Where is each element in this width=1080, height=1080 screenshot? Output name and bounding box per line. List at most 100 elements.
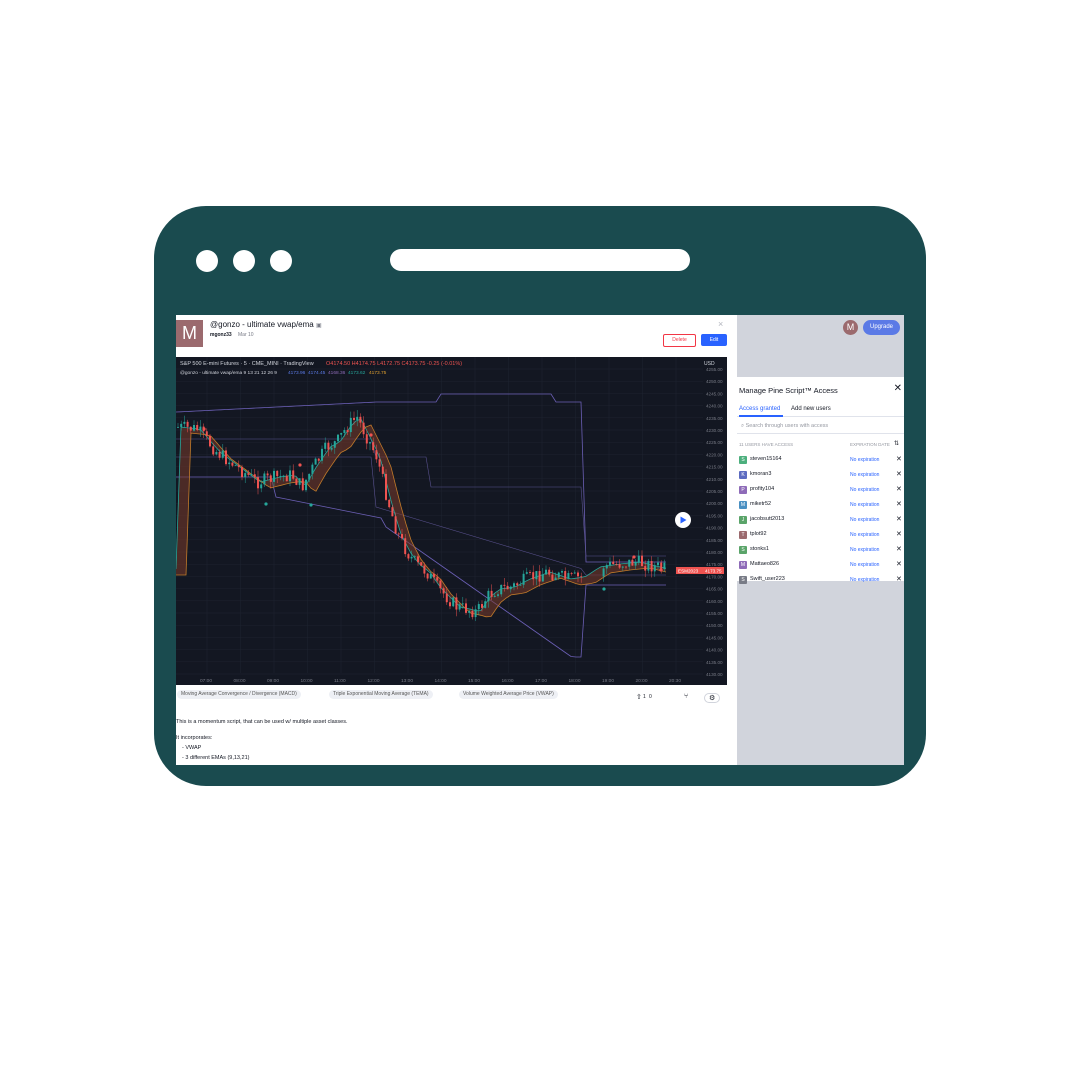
indicator-value-1: 4173.96 (288, 370, 306, 376)
price-tick-label: 4155.00 (706, 611, 723, 616)
user-name: profity104 (750, 486, 775, 492)
expiration-link[interactable]: No expiration (850, 562, 879, 568)
expiration-link[interactable]: No expiration (850, 517, 879, 523)
chart-symbol[interactable]: S&P 500 E-mini Futures · 5 · CME_MINI · … (180, 361, 314, 367)
candle-body (378, 459, 381, 467)
edit-button[interactable]: Edit (701, 334, 727, 346)
candle-body (439, 580, 442, 589)
close-icon[interactable]: × (718, 319, 723, 329)
tag-chip-tema[interactable]: Triple Exponential Moving Average (TEMA) (329, 690, 433, 699)
remove-user-icon[interactable]: ✕ (896, 500, 902, 508)
settings-icon[interactable]: ⚙ (704, 693, 721, 703)
price-tick-label: 4190.00 (706, 526, 723, 531)
user-name: stonks1 (750, 546, 769, 552)
time-tick-label: 12:00 (368, 678, 380, 684)
script-title-text: @gonzo - ultimate vwap/ema (210, 320, 314, 329)
candle-body (519, 584, 522, 586)
price-chart[interactable]: 4255.00 4250.00 4245.00 4240.00 4235.00 4230.… (176, 357, 727, 689)
candle-body (311, 464, 314, 474)
author-name[interactable]: mgonz33 (210, 332, 232, 338)
remove-user-icon[interactable]: ✕ (896, 515, 902, 523)
expiration-link[interactable]: No expiration (850, 487, 879, 493)
candle-body (189, 426, 192, 431)
price-tick-label: 4225.00 (706, 440, 723, 445)
candle-body (570, 573, 573, 574)
window-dot-minimize[interactable] (233, 250, 255, 272)
expiration-link[interactable]: No expiration (850, 457, 879, 463)
sort-icon[interactable]: ⇅ (894, 440, 899, 447)
candle-body (433, 573, 435, 578)
user-name: Mattaeo826 (750, 561, 780, 567)
user-avatar[interactable]: M (843, 320, 858, 335)
expiration-header[interactable]: EXPIRATION DATE (850, 442, 890, 447)
candle-body (282, 475, 285, 477)
candle-body (458, 604, 461, 610)
share-icon[interactable]: ⑂ (684, 693, 688, 700)
candle-body (362, 422, 365, 435)
price-tick-label: 4185.00 (706, 538, 723, 543)
window-dot-maximize[interactable] (270, 250, 292, 272)
candle-body (410, 556, 413, 559)
remove-user-icon[interactable]: ✕ (896, 470, 902, 478)
candle-body (647, 561, 650, 571)
remove-user-icon[interactable]: ✕ (896, 560, 902, 568)
candle-body (644, 566, 647, 571)
band-upper-line (176, 393, 666, 563)
candle-body (481, 604, 483, 608)
chart-canvas[interactable]: 4255.00 4250.00 4245.00 4240.00 4235.00 4230.… (176, 357, 727, 689)
tag-chip-macd[interactable]: Moving Average Convergence / Divergence … (177, 690, 301, 699)
user-avatar: S (739, 456, 747, 464)
screen: M @gonzo - ultimate vwap/ema ▣ mgonz33 M… (176, 315, 904, 765)
price-tick-label: 4170.00 (706, 574, 723, 579)
like-icon[interactable]: ⇧ (636, 693, 642, 701)
tab-access-granted[interactable]: Access granted (739, 406, 780, 412)
remove-user-icon[interactable]: ✕ (896, 455, 902, 463)
candle-body (513, 583, 515, 587)
candle-body (333, 441, 336, 448)
user-search-input[interactable]: ⌕ Search through users with access (741, 423, 828, 430)
remove-user-icon[interactable]: ✕ (896, 485, 902, 493)
expiration-link[interactable]: No expiration (850, 577, 879, 583)
indicator-label[interactable]: @gonzo - ultimate vwap/ema 9 13 21 12 26… (180, 370, 277, 376)
expiration-link[interactable]: No expiration (850, 502, 879, 508)
candle-body (343, 430, 346, 433)
window-dot-close[interactable] (196, 250, 218, 272)
expiration-link[interactable]: No expiration (850, 547, 879, 553)
candle-body (298, 478, 301, 485)
candle-body (548, 569, 551, 575)
candle-body (554, 577, 557, 581)
price-tick-label: 4130.00 (706, 672, 723, 677)
price-tick-label: 4165.00 (706, 587, 723, 592)
remove-user-icon[interactable]: ✕ (896, 575, 902, 583)
candle-body (535, 571, 538, 580)
time-tick-label: 09:00 (267, 678, 279, 684)
user-avatar: M (739, 501, 747, 509)
remove-user-icon[interactable]: ✕ (896, 545, 902, 553)
candle-body (631, 559, 634, 566)
price-tick-label: 4200.00 (706, 501, 723, 506)
candle-body (653, 565, 656, 572)
lock-icon: ▣ (315, 323, 322, 329)
close-icon[interactable]: ✕ (894, 383, 902, 394)
candle-body (205, 431, 208, 436)
tab-add-new-users[interactable]: Add new users (791, 406, 831, 412)
description-bullet-2: - 3 different EMAs (9,13,21) (182, 755, 250, 761)
candle-body (215, 451, 218, 455)
user-row: Ssteven15164 No expiration ✕ (737, 453, 904, 468)
expiration-link[interactable]: No expiration (850, 472, 879, 478)
address-bar[interactable] (390, 249, 690, 271)
candle-body (301, 478, 304, 491)
expiration-link[interactable]: No expiration (850, 532, 879, 538)
candle-body (247, 473, 250, 475)
user-avatar: J (739, 516, 747, 524)
candle-body (573, 572, 576, 574)
delete-button[interactable]: Delete (663, 334, 696, 347)
candle-body (503, 584, 506, 586)
upgrade-button[interactable]: Upgrade (863, 320, 900, 335)
remove-user-icon[interactable]: ✕ (896, 530, 902, 538)
candle-body (545, 569, 547, 575)
candle-body (237, 465, 240, 468)
user-avatar: S (739, 546, 747, 554)
tag-chip-vwap[interactable]: Volume Weighted Average Price (VWAP) (459, 690, 558, 699)
price-tick-label: 4245.00 (706, 391, 723, 396)
